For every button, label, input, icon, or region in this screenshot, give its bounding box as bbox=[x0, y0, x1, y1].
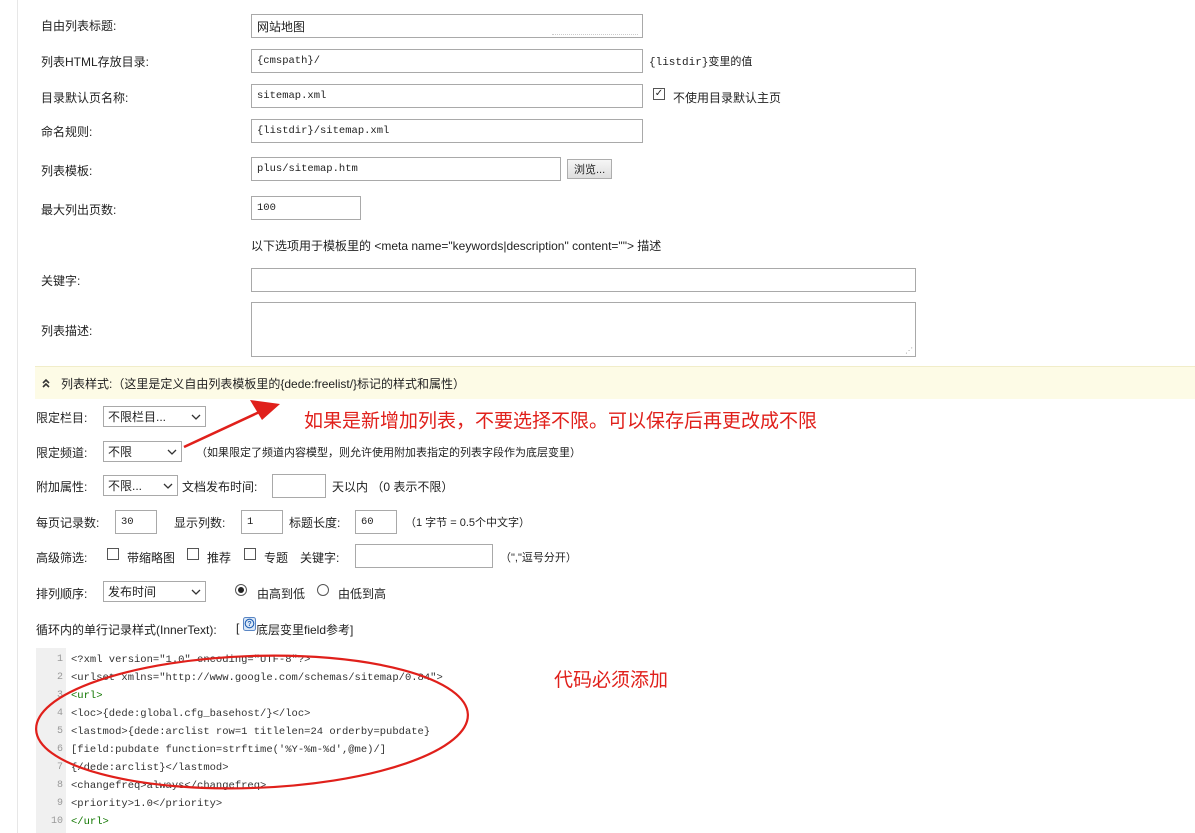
red-ellipse bbox=[35, 654, 469, 790]
red-arrowhead bbox=[250, 400, 280, 420]
annotation-note-1: 如果是新增加列表，不要选择不限。可以保存后再更改成不限 bbox=[304, 411, 818, 432]
red-arrow-line bbox=[183, 406, 269, 449]
annotation-note-2: 代码必须添加 bbox=[554, 670, 669, 691]
